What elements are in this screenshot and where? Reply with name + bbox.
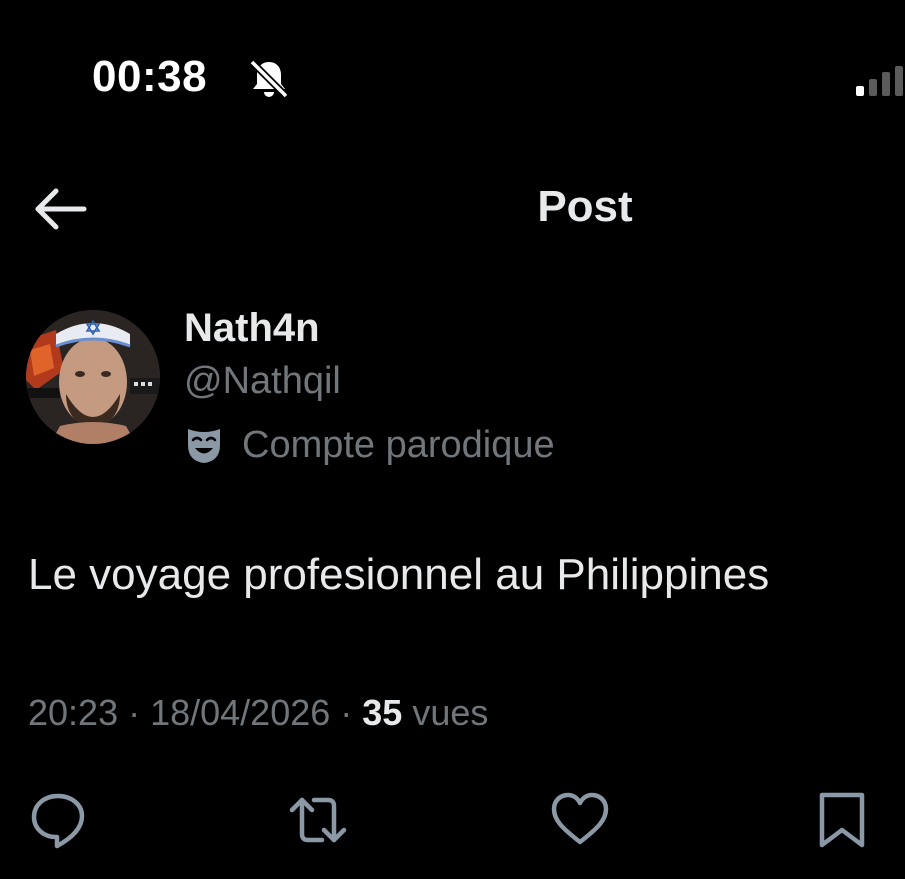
bookmark-button[interactable]	[812, 790, 872, 850]
parody-label-row: Compte parodique	[184, 420, 555, 470]
page-title: Post	[537, 182, 633, 231]
avatar[interactable]	[26, 310, 160, 444]
bell-slash-icon	[249, 59, 289, 99]
reply-button[interactable]	[28, 790, 88, 850]
signal-bars-icon	[856, 66, 903, 96]
avatar-image	[26, 310, 160, 444]
post-date: 18/04/2026	[150, 692, 331, 733]
theater-mask-icon	[188, 429, 220, 463]
meta-separator: ·	[118, 692, 151, 733]
parody-account-label: Compte parodique	[242, 423, 555, 466]
bookmark-icon	[819, 792, 865, 848]
post-meta: 20:23 · 18/04/2026 · 35 vues	[28, 692, 488, 734]
reply-icon	[31, 793, 85, 849]
status-time: 00:38	[92, 52, 208, 101]
like-button[interactable]	[550, 790, 610, 850]
views-count[interactable]: 35	[362, 692, 402, 733]
meta-separator: ·	[330, 692, 363, 733]
repost-button[interactable]	[288, 790, 348, 850]
author-display-name[interactable]: Nath4n	[184, 306, 320, 351]
repost-icon	[289, 797, 347, 843]
views-label: vues	[402, 692, 489, 733]
author-handle[interactable]: @Nathqil	[184, 360, 341, 403]
post-time: 20:23	[28, 692, 119, 733]
post-text: Le voyage profesionnel au Philippines	[28, 550, 770, 599]
like-icon	[551, 792, 609, 845]
